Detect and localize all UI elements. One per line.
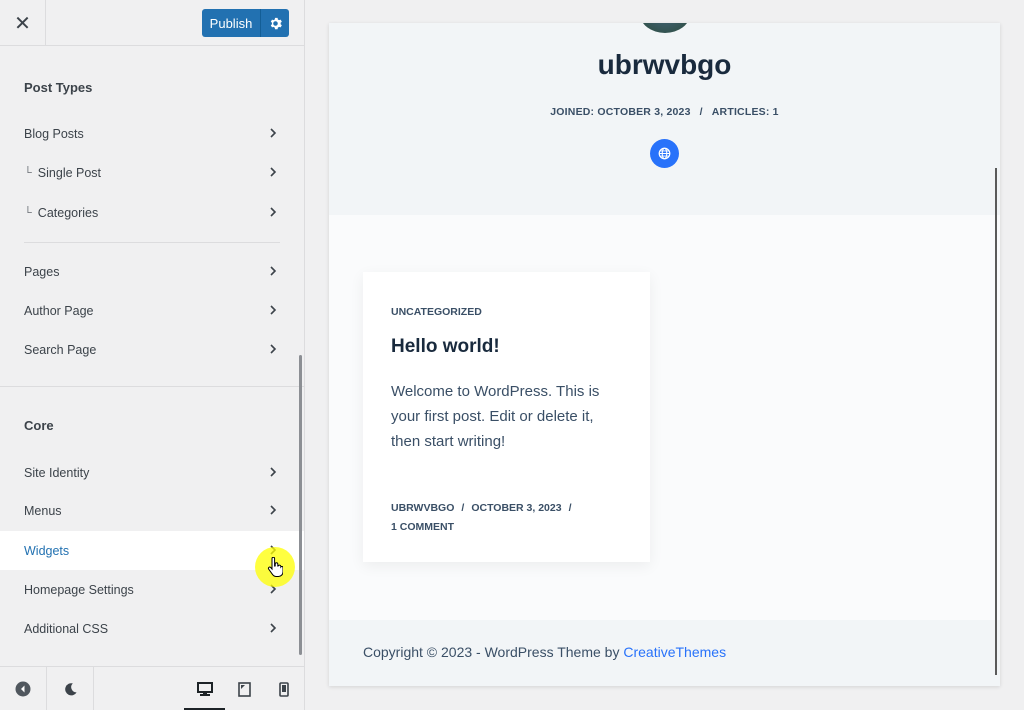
post-author-link[interactable]: UBRWVBGO (391, 502, 454, 514)
menu-item-label: Author Page (24, 303, 94, 318)
copyright-text: Copyright © 2023 - WordPress Theme by Cr… (363, 644, 726, 660)
chevron-right-icon (270, 167, 277, 177)
collapse-arrow-icon (15, 681, 31, 697)
menu-item-site-identity[interactable]: Site Identity (0, 453, 304, 492)
creativethemes-link[interactable]: CreativeThemes (623, 644, 726, 660)
hide-controls-button[interactable] (0, 667, 46, 710)
copyright-label: Copyright © 2023 - WordPress Theme by (363, 644, 624, 660)
author-meta: JOINED: OCTOBER 3, 2023 / ARTICLES: 1 (329, 106, 1000, 118)
chevron-right-icon (270, 505, 277, 515)
menu-item-single-post[interactable]: └ Single Post (0, 153, 304, 192)
post-card: UNCATEGORIZED Hello world! Welcome to Wo… (363, 272, 650, 562)
menu-item-label: Homepage Settings (24, 582, 134, 597)
chevron-right-icon (270, 207, 277, 217)
menu-item-label: Pages (24, 264, 60, 279)
sidebar-footer (0, 666, 304, 710)
menu-item-menus[interactable]: Menus (0, 491, 304, 530)
tablet-icon (238, 681, 251, 697)
menu-item-label: Menus (24, 503, 62, 518)
hand-pointer-icon (267, 557, 283, 577)
publish-group: Publish (202, 9, 289, 37)
chevron-right-icon (270, 266, 277, 276)
footer-separator (93, 667, 94, 710)
section-divider (0, 386, 304, 387)
menu-item-pages[interactable]: Pages (0, 252, 304, 291)
sidebar-scrollbar[interactable] (299, 355, 302, 655)
menu-item-label: Site Identity (24, 465, 90, 480)
post-category-link[interactable]: UNCATEGORIZED (391, 306, 482, 318)
website-link-button[interactable] (650, 139, 679, 168)
joined-date: JOINED: OCTOBER 3, 2023 (550, 106, 691, 118)
author-name: ubrwvbgo (597, 49, 732, 80)
publish-settings-button[interactable] (260, 9, 289, 37)
post-comments-link[interactable]: 1 COMMENT (391, 521, 454, 533)
posts-area: UNCATEGORIZED Hello world! Welcome to Wo… (329, 215, 1000, 620)
close-button[interactable]: ✕ (0, 0, 46, 46)
post-excerpt: Welcome to WordPress. This is your first… (391, 383, 600, 450)
preview-mobile-button[interactable] (264, 667, 304, 710)
chevron-right-icon (270, 467, 277, 477)
author-hero: ubrwvbgo JOINED: OCTOBER 3, 2023 / ARTICLE… (329, 23, 1000, 215)
menu-item-label: Single Post (37, 165, 102, 180)
menu-item-label: Blog Posts (24, 126, 84, 141)
section-title-core: Core (24, 418, 54, 433)
post-meta: UBRWVBGO / OCTOBER 3, 2023 / 1 COMMENT (391, 499, 621, 537)
menu-item-label: Search Page (24, 342, 97, 357)
menu-item-additional-css[interactable]: Additional CSS (0, 609, 304, 648)
gear-icon (270, 17, 282, 29)
meta-separator: / (568, 502, 572, 514)
section-title-post-types: Post Types (24, 80, 93, 95)
post-title-link[interactable]: Hello world! (391, 336, 500, 358)
menu-item-label: Categories (37, 205, 99, 220)
site-footer: Copyright © 2023 - WordPress Theme by Cr… (329, 620, 1000, 686)
avatar (640, 23, 690, 33)
menu-item-categories[interactable]: └ Categories (0, 193, 304, 232)
customizer-sidebar: ✕ Publish Post Types Blog Posts └ Single… (0, 0, 305, 710)
dark-mode-toggle[interactable] (47, 667, 93, 710)
preview-tablet-button[interactable] (225, 667, 264, 710)
publish-button[interactable]: Publish (202, 9, 260, 37)
chevron-right-icon (270, 128, 277, 138)
menu-item-author-page[interactable]: Author Page (0, 291, 304, 330)
subitem-prefix: └ (24, 206, 32, 219)
desktop-icon (196, 681, 213, 696)
menu-item-search-page[interactable]: Search Page (0, 330, 304, 369)
moon-icon (64, 682, 77, 695)
close-icon: ✕ (14, 12, 31, 35)
articles-count: ARTICLES: 1 (711, 106, 779, 118)
divider (24, 242, 280, 243)
meta-separator: / (461, 502, 465, 514)
subitem-prefix: └ (24, 166, 32, 179)
post-date: OCTOBER 3, 2023 (471, 502, 562, 514)
menu-item-blog-posts[interactable]: Blog Posts (0, 114, 304, 153)
meta-separator: / (699, 106, 703, 118)
menu-item-label: Additional CSS (24, 621, 109, 636)
mobile-icon (279, 681, 289, 697)
menu-item-label: Widgets (24, 543, 70, 558)
chevron-right-icon (270, 623, 277, 633)
chevron-right-icon (270, 344, 277, 354)
site-preview: ubrwvbgo JOINED: OCTOBER 3, 2023 / ARTICLE… (329, 23, 1000, 686)
preview-scrollbar[interactable] (995, 168, 997, 675)
globe-icon (658, 147, 671, 160)
cursor-highlight (255, 547, 295, 587)
preview-desktop-button[interactable] (184, 667, 225, 710)
sidebar-header: ✕ Publish (0, 0, 304, 46)
chevron-right-icon (270, 305, 277, 315)
